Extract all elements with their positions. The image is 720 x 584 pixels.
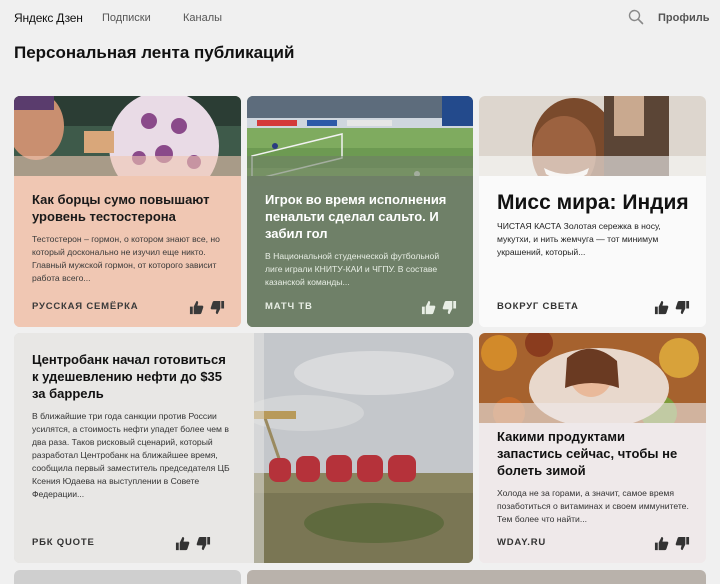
dislike-icon[interactable] <box>210 300 225 315</box>
card-title[interactable]: Мисс мира: Индия <box>497 191 692 215</box>
card-text: В ближайшие три года санкции против Росс… <box>32 411 230 499</box>
feed-card[interactable]: Мисс мира: Индия ЧИСТАЯ КАСТА Золотая се… <box>479 96 706 327</box>
dislike-icon[interactable] <box>675 300 690 315</box>
card-source[interactable]: ВОКРУГ СВЕТА <box>497 301 579 312</box>
card-content: Мисс мира: Индия ЧИСТАЯ КАСТА Золотая се… <box>497 191 692 259</box>
card-title[interactable]: Как борцы сумо повышают уровень тестосте… <box>32 191 227 225</box>
dislike-icon[interactable] <box>196 536 211 551</box>
card-content: Как борцы сумо повышают уровень тестосте… <box>32 191 227 285</box>
card-text: Тестостерон – гормон, о котором знают вс… <box>32 234 220 283</box>
like-icon[interactable] <box>175 536 190 551</box>
card-reactions <box>654 536 690 551</box>
card-reactions <box>175 536 211 551</box>
card-reactions <box>654 300 690 315</box>
card-content: Какими продуктами запастись сейчас, чтоб… <box>497 428 692 526</box>
feed-card-partial[interactable] <box>14 570 241 584</box>
card-content: Игрок во время исполнения пенальти сдела… <box>265 191 459 289</box>
card-content: Центробанк начал готовиться к удешевлени… <box>32 351 232 501</box>
card-reactions <box>421 300 457 315</box>
card-text: Холода не за горами, а значит, самое вре… <box>497 488 689 524</box>
like-icon[interactable] <box>654 300 669 315</box>
card-title[interactable]: Центробанк начал готовиться к удешевлени… <box>32 351 232 402</box>
nav-subscriptions[interactable]: Подписки <box>102 12 151 24</box>
logo[interactable]: Яндекс Дзен <box>14 11 83 25</box>
card-source[interactable]: РУССКАЯ СЕМЁРКА <box>32 301 138 312</box>
dislike-icon[interactable] <box>442 300 457 315</box>
feed-card[interactable]: Как борцы сумо повышают уровень тестосте… <box>14 96 241 327</box>
feed-card[interactable]: Какими продуктами запастись сейчас, чтоб… <box>479 333 706 563</box>
feed-card[interactable]: Центробанк начал готовиться к удешевлени… <box>14 333 473 563</box>
dislike-icon[interactable] <box>675 536 690 551</box>
card-source[interactable]: WDAY.RU <box>497 537 546 548</box>
card-text: ЧИСТАЯ КАСТА Золотая сережка в носу, мук… <box>497 221 661 257</box>
page-title: Персональная лента публикаций <box>14 43 295 62</box>
search-icon[interactable] <box>628 9 644 25</box>
card-title[interactable]: Какими продуктами запастись сейчас, чтоб… <box>497 428 692 479</box>
profile-link[interactable]: Профиль <box>658 12 709 24</box>
feed-card-partial[interactable] <box>247 570 706 584</box>
card-source[interactable]: МАТЧ ТВ <box>265 301 313 312</box>
feed-card[interactable]: Игрок во время исполнения пенальти сдела… <box>247 96 473 327</box>
card-reactions <box>189 300 225 315</box>
like-icon[interactable] <box>421 300 436 315</box>
top-bar: Яндекс Дзен Подписки Каналы Профиль <box>0 0 720 38</box>
card-text: В Национальной студенческой футбольной л… <box>265 251 440 287</box>
nav-channels[interactable]: Каналы <box>183 12 222 24</box>
like-icon[interactable] <box>189 300 204 315</box>
card-title[interactable]: Игрок во время исполнения пенальти сдела… <box>265 191 459 242</box>
card-source[interactable]: РБК QUOTE <box>32 537 95 548</box>
like-icon[interactable] <box>654 536 669 551</box>
